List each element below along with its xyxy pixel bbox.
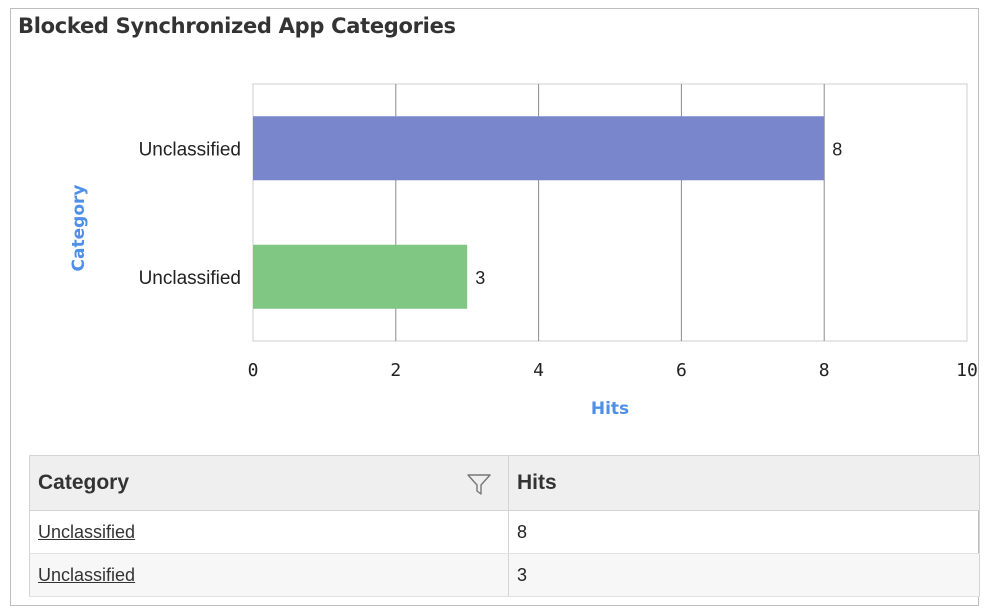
bar[interactable] <box>253 244 468 309</box>
x-axis-title: Hits <box>591 399 629 419</box>
bar-value-label: 8 <box>832 139 842 159</box>
bar[interactable] <box>253 116 825 181</box>
category-cell: Unclassified <box>29 510 509 554</box>
category-label: Unclassified <box>139 268 241 289</box>
x-axis-ticks: 0 2 4 6 8 10 <box>248 360 978 381</box>
hits-cell: 8 <box>508 510 980 554</box>
y-axis-categories: Unclassified Unclassified <box>139 139 241 289</box>
column-header-label: Hits <box>517 471 557 494</box>
bar-chart: 83 0 2 4 6 8 10 UnclassifiedUnclassified Hits… <box>69 83 978 419</box>
column-header-category[interactable]: Category <box>29 455 509 511</box>
x-tick-label: 10 <box>956 360 978 381</box>
x-tick-label: 2 <box>390 360 401 381</box>
bar-value-label: 3 <box>475 268 485 288</box>
x-tick-label: 0 <box>248 360 259 381</box>
category-label: Unclassified <box>139 139 241 160</box>
x-tick-label: 8 <box>819 360 830 381</box>
category-cell: Unclassified <box>29 553 509 597</box>
category-link[interactable]: Unclassified <box>38 565 135 585</box>
x-tick-label: 6 <box>676 360 687 381</box>
data-table: Category Hits Unclassified 8 Unclassifie… <box>29 455 980 597</box>
category-link[interactable]: Unclassified <box>38 522 135 542</box>
column-header-label: Category <box>38 471 130 494</box>
hits-cell: 3 <box>508 553 980 597</box>
table-row: Unclassified 3 <box>29 553 980 597</box>
y-axis-title: Category <box>69 185 89 272</box>
chart-bars: 83 <box>253 116 842 309</box>
table-header-row: Category Hits <box>29 455 980 511</box>
column-header-hits[interactable]: Hits <box>508 455 980 511</box>
filter-icon[interactable] <box>466 472 492 496</box>
x-tick-label: 4 <box>533 360 544 381</box>
table-row: Unclassified 8 <box>29 510 980 554</box>
